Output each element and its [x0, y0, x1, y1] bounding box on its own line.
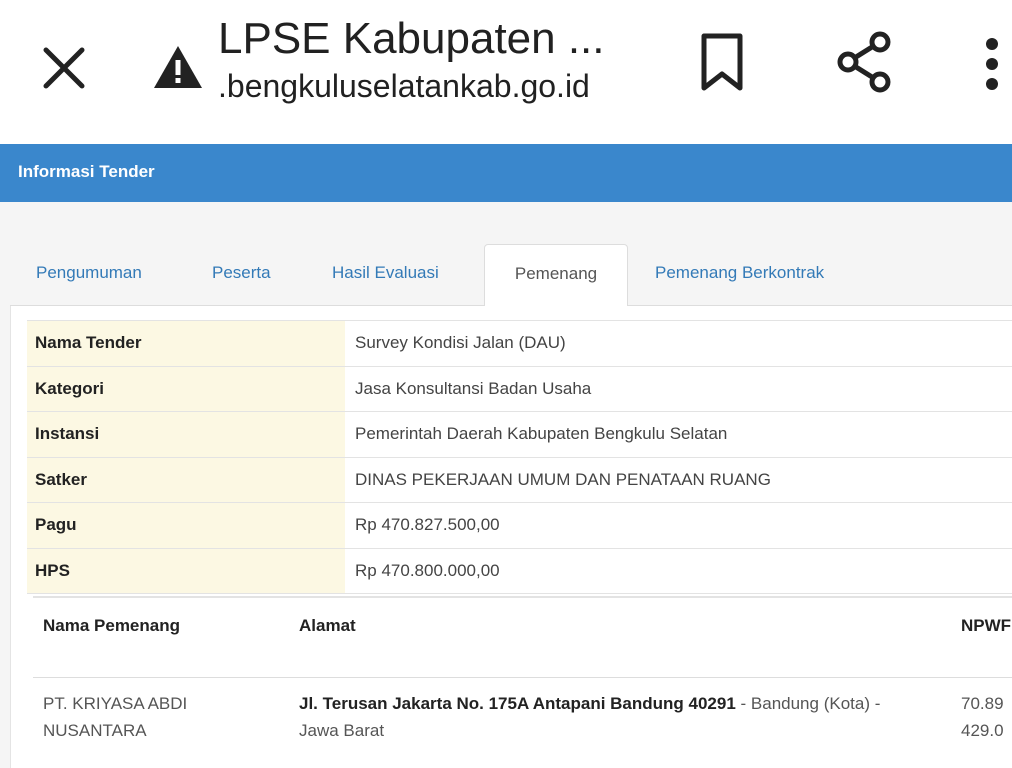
row-value: Rp 470.800.000,00 — [345, 547, 1012, 594]
table-row: PT. KRIYASA ABDI NUSANTARA Jl. Terusan J… — [33, 678, 1012, 768]
tab-pengumuman[interactable]: Pengumuman — [36, 244, 142, 306]
winner-address-street: Jl. Terusan Jakarta No. 175A Antapani Ba… — [299, 694, 736, 713]
winner-name-line1: PT. KRIYASA ABDI — [43, 694, 188, 713]
tab-pemenang-berkontrak[interactable]: Pemenang Berkontrak — [655, 244, 824, 306]
title-block[interactable]: LPSE Kabupaten ... .bengkuluselatankab.g… — [218, 12, 658, 106]
tab-bar: Pengumuman Peserta Hasil Evaluasi Pemena… — [10, 244, 1012, 307]
row-label: Instansi — [27, 411, 345, 457]
tender-info-table: Nama Tender Survey Kondisi Jalan (DAU) K… — [27, 320, 1012, 594]
row-label: Kategori — [27, 365, 345, 412]
header-npwp: NPWF — [961, 616, 1012, 635]
share-icon[interactable] — [830, 30, 898, 94]
winner-name: PT. KRIYASA ABDI NUSANTARA — [43, 690, 283, 744]
row-value: Survey Kondisi Jalan (DAU) — [345, 320, 1012, 366]
close-icon[interactable] — [34, 38, 94, 98]
winner-address-line1: Jl. Terusan Jakarta No. 175A Antapani Ba… — [299, 690, 949, 717]
table-row: Pagu Rp 470.827.500,00 — [27, 502, 1012, 548]
warning-icon[interactable] — [152, 44, 204, 90]
row-label: Pagu — [27, 502, 345, 548]
tab-hasil-evaluasi[interactable]: Hasil Evaluasi — [332, 244, 439, 306]
page-title: LPSE Kabupaten ... — [218, 14, 605, 63]
row-value: Jasa Konsultansi Badan Usaha — [345, 365, 1012, 412]
panel-header: Informasi Tender — [0, 144, 1012, 202]
table-row: HPS Rp 470.800.000,00 — [27, 547, 1012, 594]
table-row: Satker DINAS PEKERJAAN UMUM DAN PENATAAN… — [27, 456, 1012, 503]
row-label: Satker — [27, 456, 345, 503]
page-domain: .bengkuluselatankab.go.id — [218, 68, 590, 104]
header-nama-pemenang: Nama Pemenang — [43, 616, 180, 635]
winner-address-city: - Bandung (Kota) - — [735, 694, 881, 713]
row-label: Nama Tender — [27, 320, 345, 366]
row-value: Pemerintah Daerah Kabupaten Bengkulu Sel… — [345, 411, 1012, 457]
winner-table-header: Nama Pemenang Alamat NPWF — [33, 596, 1012, 678]
row-value: DINAS PEKERJAAN UMUM DAN PENATAAN RUANG — [345, 456, 1012, 503]
table-row: Instansi Pemerintah Daerah Kabupaten Ben… — [27, 411, 1012, 457]
winner-npwp: 70.89 429.0 — [961, 690, 1012, 744]
winner-name-line2: NUSANTARA — [43, 721, 147, 740]
panel-body: Pengumuman Peserta Hasil Evaluasi Pemena… — [0, 202, 1012, 768]
table-row: Nama Tender Survey Kondisi Jalan (DAU) — [27, 320, 1012, 366]
panel-title: Informasi Tender — [18, 162, 155, 181]
tab-peserta[interactable]: Peserta — [212, 244, 271, 306]
more-vert-icon[interactable] — [972, 34, 1012, 94]
browser-toolbar: LPSE Kabupaten ... .bengkuluselatankab.g… — [0, 0, 1012, 142]
winner-address-line2: Jawa Barat — [299, 721, 385, 740]
row-label: HPS — [27, 547, 345, 594]
row-value: Rp 470.827.500,00 — [345, 502, 1012, 548]
tab-content: Nama Tender Survey Kondisi Jalan (DAU) K… — [10, 306, 1012, 768]
winner-npwp-line1: 70.89 — [961, 694, 1004, 713]
table-row: Kategori Jasa Konsultansi Badan Usaha — [27, 365, 1012, 412]
winner-npwp-line2: 429.0 — [961, 721, 1004, 740]
winner-address: Jl. Terusan Jakarta No. 175A Antapani Ba… — [299, 690, 949, 744]
bookmark-icon[interactable] — [692, 30, 752, 94]
header-alamat: Alamat — [299, 616, 356, 635]
tab-pemenang[interactable]: Pemenang — [484, 244, 628, 307]
